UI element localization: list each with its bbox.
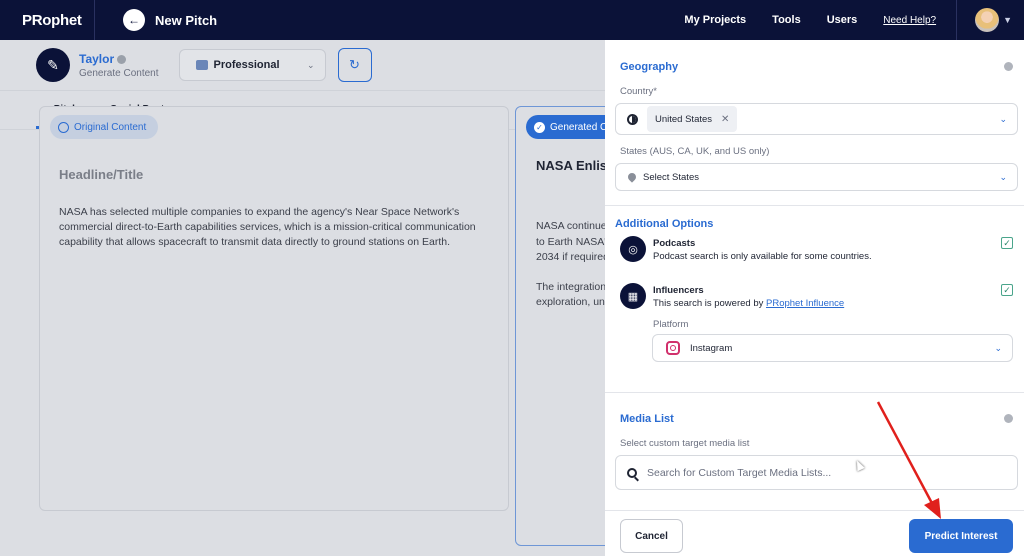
- arrow-shaft: [876, 401, 936, 508]
- annotation-arrow: [876, 401, 941, 519]
- arrow-head: [924, 498, 941, 519]
